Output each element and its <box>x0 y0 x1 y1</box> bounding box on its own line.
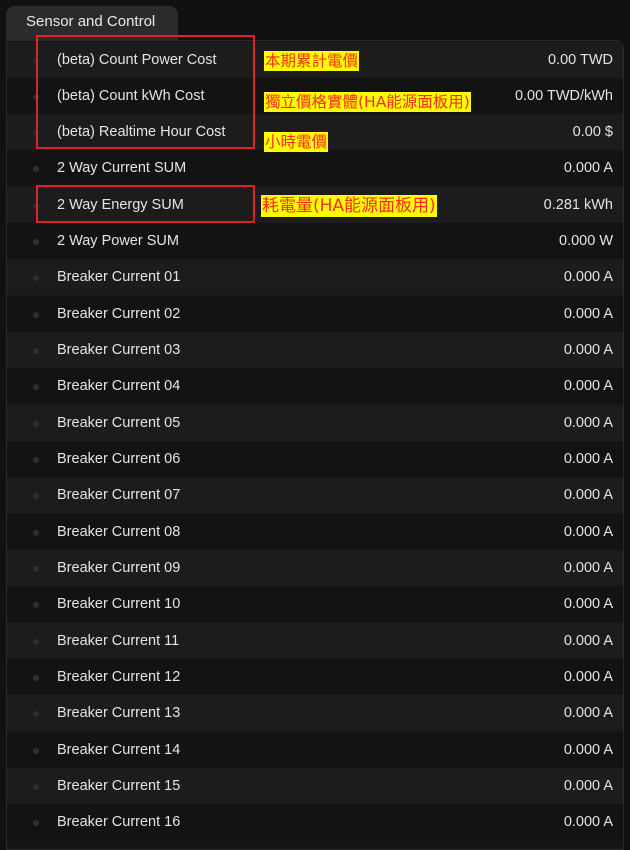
entity-row[interactable]: Breaker Current 02 0.000 A <box>7 296 623 332</box>
entity-row[interactable]: Breaker Current 14 0.000 A <box>7 732 623 768</box>
entity-value: 0.000 A <box>563 415 613 431</box>
entity-row[interactable]: Breaker Current 12 0.000 A <box>7 659 623 695</box>
entity-state-icon <box>33 675 39 681</box>
entity-name: Breaker Current 09 <box>57 560 181 576</box>
entity-row[interactable]: Breaker Current 07 0.000 A <box>7 477 623 513</box>
entity-name: Breaker Current 13 <box>57 705 181 721</box>
entity-value: 0.000 A <box>563 669 613 685</box>
entity-value: 0.000 A <box>563 306 613 322</box>
entity-name: Breaker Current 03 <box>57 342 181 358</box>
entity-state-icon <box>33 784 39 790</box>
entity-value: 0.000 A <box>563 524 613 540</box>
entity-state-icon <box>33 602 39 608</box>
entity-row[interactable]: Breaker Current 04 0.000 A <box>7 368 623 404</box>
entity-value: 0.281 kWh <box>543 197 613 213</box>
entity-name: Breaker Current 05 <box>57 415 181 431</box>
entity-state-icon <box>33 166 39 172</box>
entity-state-icon <box>33 711 39 717</box>
entity-row[interactable]: Breaker Current 03 0.000 A <box>7 332 623 368</box>
entity-value: 0.000 A <box>563 160 613 176</box>
annotation-hour-cost: 小時電價 <box>264 132 329 152</box>
entity-value: 0.000 A <box>563 378 613 394</box>
entity-row[interactable]: Breaker Current 09 0.000 A <box>7 550 623 586</box>
annotation-power-cost: 本期累計電價 <box>264 51 360 71</box>
entity-row[interactable]: Breaker Current 13 0.000 A <box>7 695 623 731</box>
entity-name: Breaker Current 14 <box>57 742 181 758</box>
entity-list-card: (beta) Count Power Cost 0.00 TWD (beta) … <box>6 40 624 850</box>
entity-row[interactable]: Breaker Current 11 0.000 A <box>7 623 623 659</box>
entity-state-icon <box>33 639 39 645</box>
entity-name: 2 Way Power SUM <box>57 233 179 249</box>
entity-name: Breaker Current 04 <box>57 378 181 394</box>
entity-value: 0.000 A <box>563 269 613 285</box>
entity-value: 0.000 A <box>563 451 613 467</box>
entity-state-icon <box>33 493 39 499</box>
entity-name: Breaker Current 11 <box>57 633 180 649</box>
highlight-box-cost-entities <box>36 35 255 149</box>
entity-row[interactable]: Breaker Current 01 0.000 A <box>7 259 623 295</box>
entity-value: 0.000 A <box>563 596 613 612</box>
entity-state-icon <box>33 566 39 572</box>
entity-row[interactable]: 2 Way Power SUM 0.000 W <box>7 223 623 259</box>
entity-value: 0.00 $ <box>572 124 613 140</box>
entity-row[interactable]: 2 Way Current SUM 0.000 A <box>7 150 623 186</box>
entity-name: Breaker Current 16 <box>57 814 181 830</box>
entity-state-icon <box>33 239 39 245</box>
entity-value: 0.000 A <box>563 705 613 721</box>
entity-value: 0.00 TWD <box>547 52 613 68</box>
entity-state-icon <box>33 748 39 754</box>
entity-name: Breaker Current 01 <box>57 269 181 285</box>
entity-state-icon <box>33 384 39 390</box>
entity-state-icon <box>33 275 39 281</box>
entity-value: 0.00 TWD/kWh <box>514 88 613 104</box>
entity-state-icon <box>33 312 39 318</box>
entity-row[interactable]: Breaker Current 06 0.000 A <box>7 441 623 477</box>
entity-value: 0.000 A <box>563 487 613 503</box>
entity-row[interactable]: Breaker Current 15 0.000 A <box>7 768 623 804</box>
entity-state-icon <box>33 421 39 427</box>
entity-value: 0.000 A <box>563 814 613 830</box>
entity-value: 0.000 A <box>563 342 613 358</box>
entity-row[interactable]: Breaker Current 16 0.000 A <box>7 804 623 840</box>
annotation-kwh-cost: 獨立價格實體(HA能源面板用) <box>264 92 471 112</box>
entity-state-icon <box>33 457 39 463</box>
entity-name: Breaker Current 02 <box>57 306 181 322</box>
entity-value: 0.000 A <box>563 560 613 576</box>
tab-label: Sensor and Control <box>26 13 156 30</box>
entity-name: 2 Way Current SUM <box>57 160 187 176</box>
entity-state-icon <box>33 348 39 354</box>
entity-row[interactable]: Breaker Current 08 0.000 A <box>7 514 623 550</box>
entity-value: 0.000 W <box>559 233 613 249</box>
entity-name: Breaker Current 12 <box>57 669 181 685</box>
entity-name: Breaker Current 08 <box>57 524 181 540</box>
entity-value: 0.000 A <box>563 778 613 794</box>
entity-row[interactable]: Breaker Current 10 0.000 A <box>7 586 623 622</box>
entity-name: Breaker Current 06 <box>57 451 181 467</box>
highlight-box-energy-sum <box>36 185 255 223</box>
entity-name: Breaker Current 10 <box>57 596 181 612</box>
entity-state-icon <box>33 530 39 536</box>
entity-name: Breaker Current 15 <box>57 778 181 794</box>
entity-value: 0.000 A <box>563 742 613 758</box>
entity-row[interactable]: Breaker Current 05 0.000 A <box>7 405 623 441</box>
entity-name: Breaker Current 07 <box>57 487 181 503</box>
entity-state-icon <box>33 820 39 826</box>
entity-value: 0.000 A <box>563 633 613 649</box>
annotation-energy-sum: 耗電量(HA能源面板用) <box>261 195 437 217</box>
